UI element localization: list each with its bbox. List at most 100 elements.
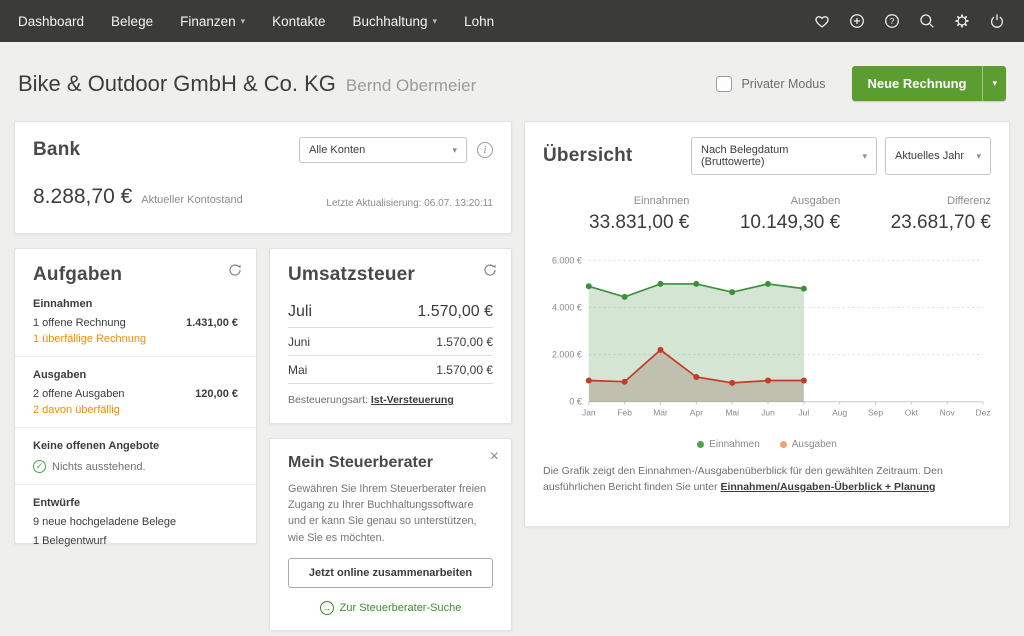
stat-income: Einnahmen 33.831,00 € xyxy=(589,195,689,234)
new-invoice-split-button: Neue Rechnung xyxy=(852,66,1007,101)
svg-text:?: ? xyxy=(890,16,895,26)
check-circle-icon xyxy=(33,460,46,473)
tasks-expense-header: Ausgaben xyxy=(33,369,238,381)
help-icon[interactable]: ? xyxy=(883,12,901,30)
vat-row: Mai 1.570,00 € xyxy=(288,356,493,384)
divider xyxy=(15,427,256,428)
account-filter-select[interactable]: Alle Konten xyxy=(299,137,467,163)
vat-month: Juni xyxy=(288,335,310,349)
stat-difference-label: Differenz xyxy=(891,195,991,207)
svg-text:6.000 €: 6.000 € xyxy=(552,255,582,265)
legend-item: Ausgaben xyxy=(780,439,837,450)
nav-item-finanzen[interactable]: Finanzen xyxy=(180,14,245,29)
advisor-body-text: Gewähren Sie Ihrem Steuerberater freien … xyxy=(288,481,493,546)
legend-dot-icon xyxy=(780,441,787,448)
advisor-card: Mein Steuerberater × Gewähren Sie Ihrem … xyxy=(269,438,512,631)
search-icon[interactable] xyxy=(918,12,936,30)
vat-month: Juli xyxy=(288,303,312,321)
svg-text:Feb: Feb xyxy=(617,408,632,418)
user-name: Bernd Obermeier xyxy=(346,76,476,96)
tasks-offers-status: Nichts ausstehend. xyxy=(52,461,146,473)
tasks-title: Aufgaben xyxy=(33,264,238,286)
divider xyxy=(15,356,256,357)
tasks-income-header: Einnahmen xyxy=(33,298,238,310)
refresh-icon[interactable] xyxy=(228,263,242,282)
tasks-expense-amount: 120,00 € xyxy=(195,388,238,400)
page-header: Bike & Outdoor GmbH & Co. KG Bernd Oberm… xyxy=(0,42,1024,121)
private-mode-label: Privater Modus xyxy=(741,77,825,91)
vat-tax-type-link[interactable]: Ist-Versteuerung xyxy=(371,394,454,406)
new-invoice-button[interactable]: Neue Rechnung xyxy=(852,66,983,101)
dashboard-main: Bank Alle Konten i 8.288,70 € Aktueller … xyxy=(0,121,1024,631)
vat-row: Juni 1.570,00 € xyxy=(288,328,493,356)
income-expense-chart: 0 €2.000 €4.000 €6.000 €JanFebMärAprMaiJ… xyxy=(543,250,991,437)
svg-text:Apr: Apr xyxy=(690,408,703,418)
svg-text:Dez: Dez xyxy=(976,408,991,418)
stat-difference: Differenz 23.681,70 € xyxy=(891,195,991,234)
svg-text:Mär: Mär xyxy=(653,408,668,418)
page-title: Bike & Outdoor GmbH & Co. KG xyxy=(18,71,336,97)
svg-text:Jan: Jan xyxy=(582,408,596,418)
tasks-draft-row[interactable]: 1 Belegentwurf xyxy=(33,535,238,547)
advisor-search-link-row[interactable]: Zur Steuerberater-Suche xyxy=(288,601,493,615)
vat-row: Juli 1.570,00 € xyxy=(288,296,493,328)
overview-title: Übersicht xyxy=(543,145,632,167)
overview-note: Die Grafik zeigt den Einnahmen-/Ausgaben… xyxy=(543,464,991,496)
stat-difference-value: 23.681,70 € xyxy=(891,212,991,234)
heart-icon[interactable] xyxy=(813,12,831,30)
bank-balance-label: Aktueller Kontostand xyxy=(141,194,243,206)
bank-card: Bank Alle Konten i 8.288,70 € Aktueller … xyxy=(14,121,512,234)
tasks-draft-row[interactable]: 9 neue hochgeladene Belege xyxy=(33,516,238,528)
stat-expense-label: Ausgaben xyxy=(740,195,840,207)
vat-title: Umsatzsteuer xyxy=(288,264,493,286)
tasks-expense-row[interactable]: 2 offene Ausgaben xyxy=(33,388,125,400)
close-icon[interactable]: × xyxy=(490,449,499,465)
svg-text:Sep: Sep xyxy=(868,408,883,418)
bank-balance: 8.288,70 € xyxy=(33,185,132,209)
svg-text:2.000 €: 2.000 € xyxy=(552,350,582,360)
advisor-search-link[interactable]: Zur Steuerberater-Suche xyxy=(340,602,462,614)
divider xyxy=(15,484,256,485)
info-icon[interactable]: i xyxy=(477,142,493,158)
legend-item: Einnahmen xyxy=(697,439,760,450)
nav-item-belege[interactable]: Belege xyxy=(111,14,153,29)
tasks-income-row[interactable]: 1 offene Rechnung xyxy=(33,317,126,329)
overview-card: Übersicht Nach Belegdatum (Bruttowerte) … xyxy=(524,121,1010,527)
svg-text:Jul: Jul xyxy=(798,408,809,418)
chart-svg: 0 €2.000 €4.000 €6.000 €JanFebMärAprMaiJ… xyxy=(543,250,991,432)
vat-amount: 1.570,00 € xyxy=(417,303,493,321)
overview-stats: Einnahmen 33.831,00 € Ausgaben 10.149,30… xyxy=(543,195,991,234)
account-filter-value: Alle Konten xyxy=(309,144,365,156)
overview-note-link[interactable]: Einnahmen/Ausgaben-Überblick + Planung xyxy=(720,481,935,493)
private-mode-toggle: Privater Modus xyxy=(716,76,825,92)
legend-dot-icon xyxy=(697,441,704,448)
nav-item-buchhaltung[interactable]: Buchhaltung xyxy=(352,14,437,29)
nav-item-dashboard[interactable]: Dashboard xyxy=(18,14,84,29)
power-icon[interactable] xyxy=(988,12,1006,30)
tasks-offers-header: Keine offenen Angebote xyxy=(33,440,238,452)
nav-item-lohn[interactable]: Lohn xyxy=(464,14,494,29)
vat-month: Mai xyxy=(288,363,307,377)
advisor-collaborate-button[interactable]: Jetzt online zusammenarbeiten xyxy=(288,558,493,588)
plus-circle-icon[interactable] xyxy=(848,12,866,30)
tasks-card: Aufgaben Einnahmen 1 offene Rechnung 1.4… xyxy=(14,248,257,544)
refresh-icon[interactable] xyxy=(483,263,497,282)
overview-year-value: Aktuelles Jahr xyxy=(895,150,964,162)
overview-year-select[interactable]: Aktuelles Jahr xyxy=(885,137,991,175)
gear-icon[interactable] xyxy=(953,12,971,30)
bank-title: Bank xyxy=(33,139,80,161)
svg-text:4.000 €: 4.000 € xyxy=(552,302,582,312)
svg-text:Okt: Okt xyxy=(905,408,919,418)
vat-amount: 1.570,00 € xyxy=(436,363,493,377)
nav-item-kontakte[interactable]: Kontakte xyxy=(272,14,325,29)
arrow-circle-icon xyxy=(320,601,334,615)
tasks-income-overdue[interactable]: 1 überfällige Rechnung xyxy=(33,333,238,345)
new-invoice-dropdown-button[interactable] xyxy=(982,66,1006,101)
top-navigation: Dashboard Belege Finanzen Kontakte Buchh… xyxy=(0,0,1024,42)
tasks-expense-overdue[interactable]: 2 davon überfällig xyxy=(33,404,238,416)
overview-mode-select[interactable]: Nach Belegdatum (Bruttowerte) xyxy=(691,137,877,175)
stat-income-value: 33.831,00 € xyxy=(589,212,689,234)
tasks-drafts-header: Entwürfe xyxy=(33,497,238,509)
stat-expense-value: 10.149,30 € xyxy=(740,212,840,234)
private-mode-checkbox[interactable] xyxy=(716,76,732,92)
